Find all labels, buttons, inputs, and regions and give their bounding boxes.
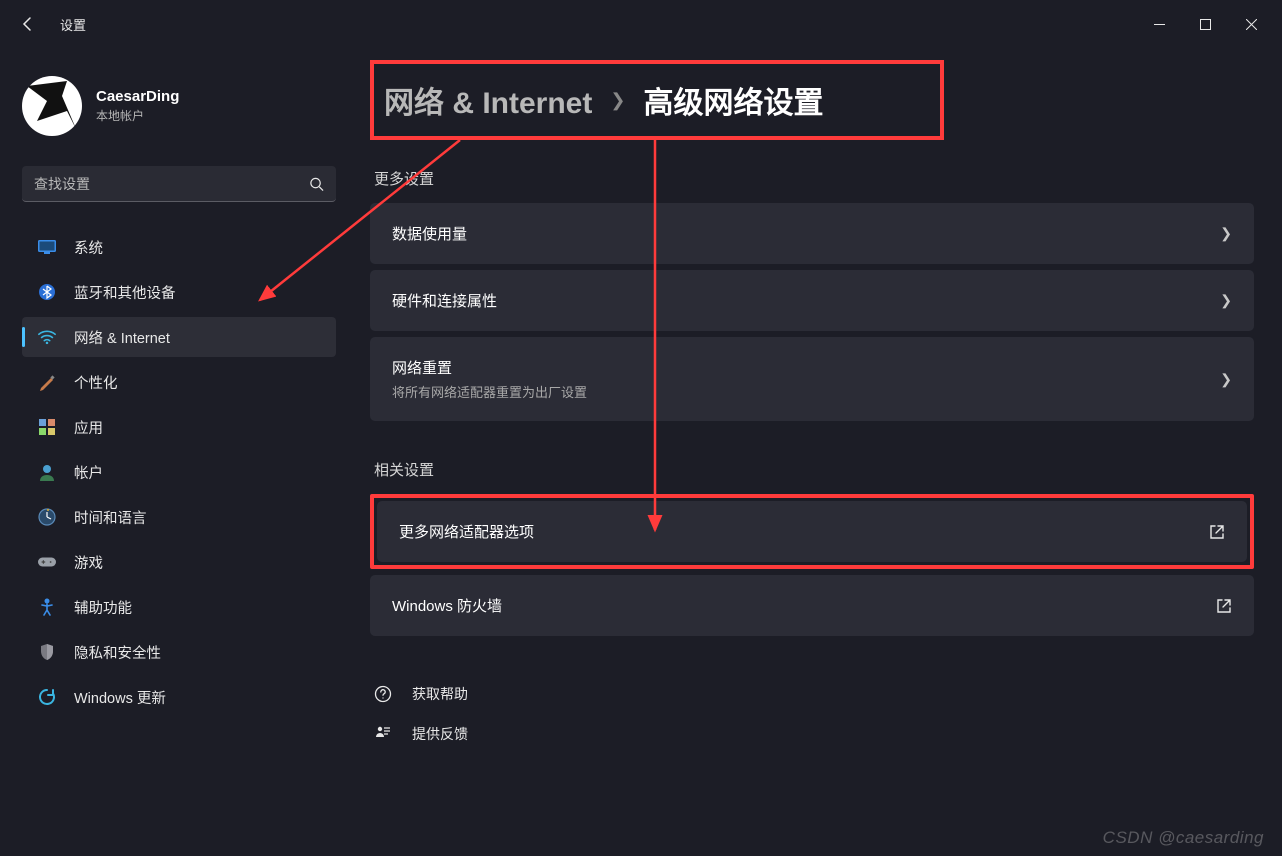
sidebar-item-label: 游戏 [74, 552, 103, 573]
time-icon [38, 508, 56, 526]
settings-card[interactable]: 数据使用量❯ [370, 203, 1254, 264]
sidebar-item-label: 时间和语言 [74, 507, 147, 528]
chevron-right-icon: ❯ [1220, 371, 1232, 388]
settings-card[interactable]: 更多网络适配器选项 [377, 501, 1247, 562]
update-icon [38, 688, 56, 706]
apps-icon [38, 418, 56, 436]
accessibility-icon [38, 598, 56, 616]
sidebar-item-account[interactable]: 帐户 [22, 452, 336, 492]
sidebar-item-label: 应用 [74, 417, 103, 438]
sidebar-item-bluetooth[interactable]: 蓝牙和其他设备 [22, 272, 336, 312]
avatar [22, 76, 82, 136]
system-icon [38, 238, 56, 256]
settings-card[interactable]: 网络重置将所有网络适配器重置为出厂设置❯ [370, 337, 1254, 421]
minimize-icon [1154, 19, 1165, 30]
feedback-link[interactable]: 提供反馈 [374, 714, 1254, 754]
maximize-icon [1200, 19, 1211, 30]
feedback-label: 提供反馈 [412, 724, 468, 744]
back-button[interactable] [8, 4, 48, 44]
card-title: 硬件和连接属性 [392, 290, 1220, 311]
window-title: 设置 [60, 15, 86, 34]
settings-card[interactable]: Windows 防火墙 [370, 575, 1254, 636]
sidebar-item-time[interactable]: 时间和语言 [22, 497, 336, 537]
search-input[interactable] [22, 166, 336, 202]
close-button[interactable] [1228, 8, 1274, 40]
sidebar-item-gaming[interactable]: 游戏 [22, 542, 336, 582]
sidebar-item-privacy[interactable]: 隐私和安全性 [22, 632, 336, 672]
sidebar-item-label: 系统 [74, 237, 103, 258]
chevron-right-icon: ❯ [1220, 225, 1232, 242]
help-icon [374, 685, 392, 703]
user-account-type: 本地帐户 [96, 107, 179, 124]
privacy-icon [38, 643, 56, 661]
get-help-link[interactable]: 获取帮助 [374, 674, 1254, 714]
sidebar-item-accessibility[interactable]: 辅助功能 [22, 587, 336, 627]
card-title: 更多网络适配器选项 [399, 521, 1209, 542]
sidebar-item-personalize[interactable]: 个性化 [22, 362, 336, 402]
sidebar-item-label: 个性化 [74, 372, 118, 393]
chevron-right-icon: ❯ [610, 90, 625, 111]
card-title: 网络重置 [392, 357, 1220, 378]
user-name: CaesarDing [96, 88, 179, 105]
personalize-icon [38, 373, 56, 391]
breadcrumb-parent[interactable]: 网络 & Internet [384, 78, 592, 122]
arrow-left-icon [20, 16, 36, 32]
section-related-title: 相关设置 [374, 459, 1254, 480]
maximize-button[interactable] [1182, 8, 1228, 40]
sidebar-item-label: 网络 & Internet [74, 327, 170, 348]
get-help-label: 获取帮助 [412, 684, 468, 704]
gaming-icon [38, 553, 56, 571]
external-link-icon [1209, 524, 1225, 540]
sidebar-item-system[interactable]: 系统 [22, 227, 336, 267]
card-title: Windows 防火墙 [392, 595, 1216, 616]
sidebar-item-label: Windows 更新 [74, 687, 166, 708]
card-subtitle: 将所有网络适配器重置为出厂设置 [392, 382, 1220, 401]
user-profile[interactable]: CaesarDing 本地帐户 [8, 58, 344, 166]
close-icon [1246, 19, 1257, 30]
settings-card[interactable]: 硬件和连接属性❯ [370, 270, 1254, 331]
card-title: 数据使用量 [392, 223, 1220, 244]
search-icon [309, 177, 324, 192]
breadcrumb-current: 高级网络设置 [643, 78, 823, 122]
sidebar-item-label: 帐户 [74, 462, 103, 483]
sidebar-item-update[interactable]: Windows 更新 [22, 677, 336, 717]
wifi-icon [38, 328, 56, 346]
highlight-box: 更多网络适配器选项 [370, 494, 1254, 569]
chevron-right-icon: ❯ [1220, 292, 1232, 309]
sidebar-item-label: 蓝牙和其他设备 [74, 282, 176, 303]
sidebar-item-apps[interactable]: 应用 [22, 407, 336, 447]
external-link-icon [1216, 598, 1232, 614]
breadcrumb: 网络 & Internet ❯ 高级网络设置 [384, 78, 930, 122]
sidebar-item-label: 隐私和安全性 [74, 642, 161, 663]
minimize-button[interactable] [1136, 8, 1182, 40]
account-icon [38, 463, 56, 481]
sidebar-item-label: 辅助功能 [74, 597, 132, 618]
feedback-icon [374, 725, 392, 743]
bluetooth-icon [38, 283, 56, 301]
sidebar-item-wifi[interactable]: 网络 & Internet [22, 317, 336, 357]
section-more-title: 更多设置 [374, 168, 1254, 189]
breadcrumb-highlight: 网络 & Internet ❯ 高级网络设置 [370, 60, 944, 140]
watermark: CSDN @caesarding [1103, 828, 1264, 848]
